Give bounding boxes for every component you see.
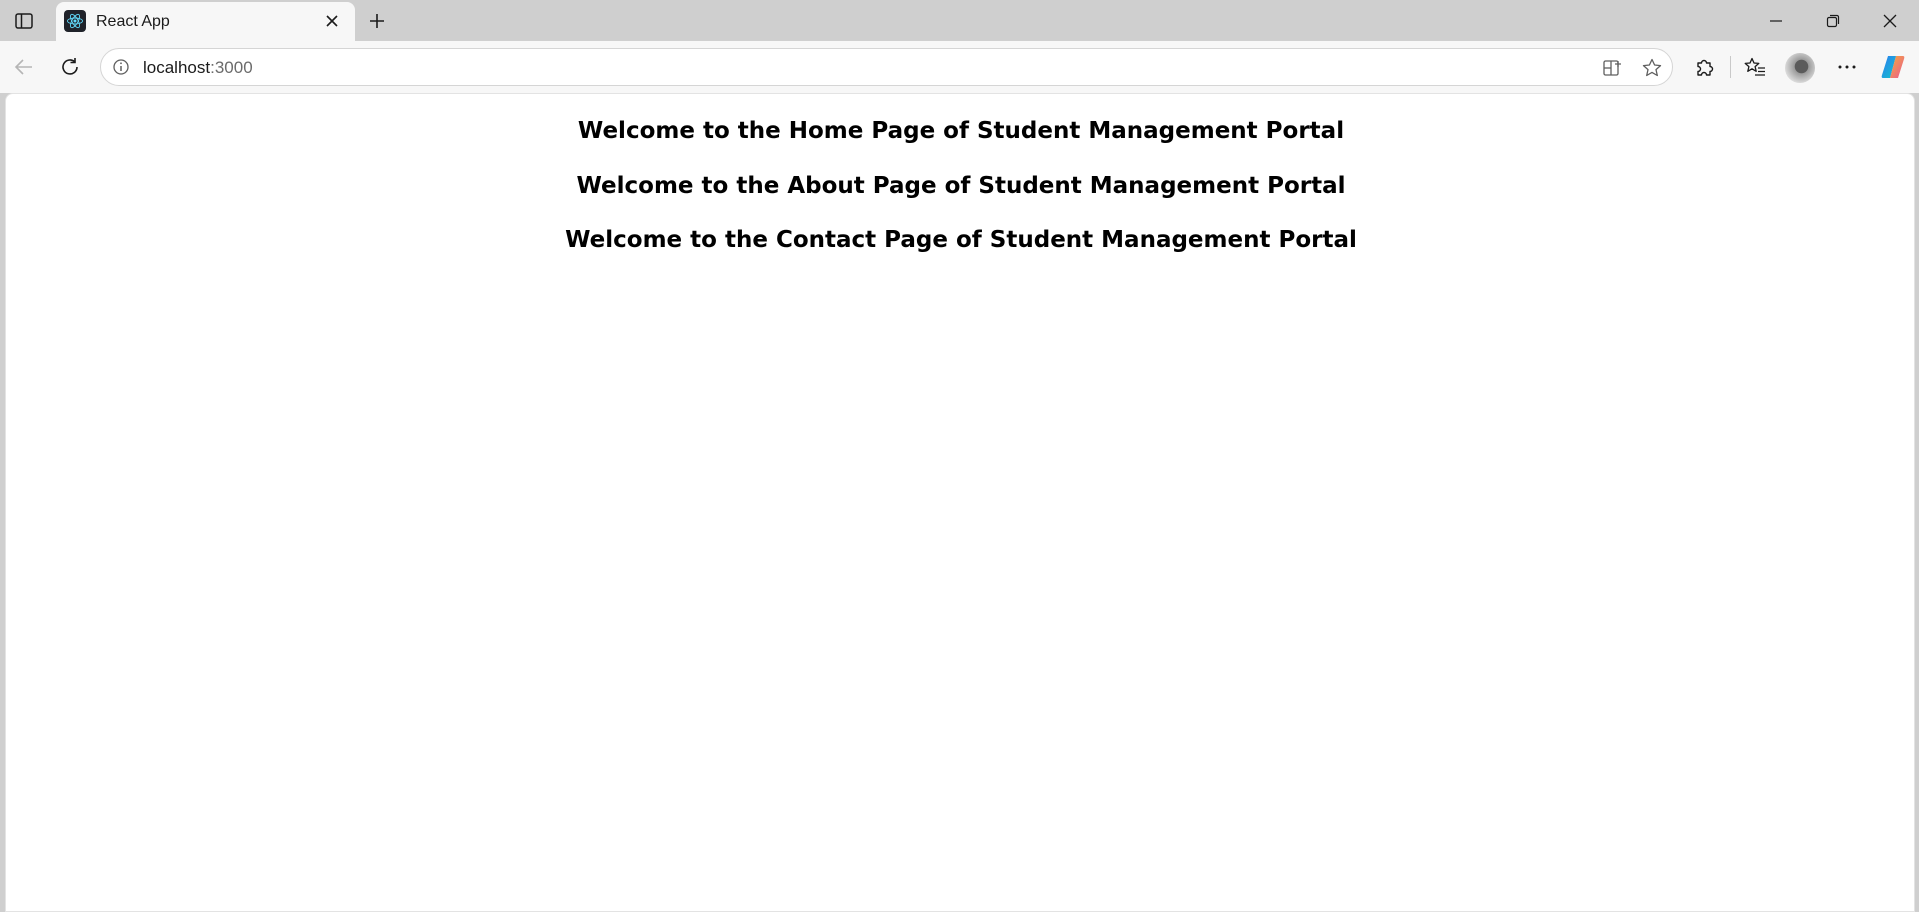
ellipsis-icon [1838, 65, 1856, 69]
tab-actions-menu-button[interactable] [12, 9, 36, 33]
puzzle-icon [1697, 59, 1714, 76]
tab-title: React App [96, 13, 170, 30]
copilot-button[interactable] [1879, 53, 1907, 81]
react-logo-icon [64, 10, 86, 32]
page-viewport: Welcome to the Home Page of Student Mana… [5, 93, 1915, 912]
favorites-button[interactable] [1740, 52, 1770, 82]
restore-icon [1826, 14, 1840, 28]
profile-avatar[interactable] [1785, 53, 1815, 83]
minimize-button[interactable] [1763, 8, 1789, 34]
back-arrow-icon [14, 59, 32, 75]
title-bar: React App [0, 0, 1919, 41]
info-icon[interactable] [111, 57, 131, 77]
star-icon [1642, 58, 1662, 77]
app-available-button[interactable] [1598, 54, 1626, 82]
close-window-button[interactable] [1877, 8, 1903, 34]
restore-button[interactable] [1820, 8, 1846, 34]
settings-more-button[interactable] [1832, 52, 1862, 82]
home-heading: Welcome to the Home Page of Student Mana… [577, 118, 1345, 144]
address-url: localhost:3000 [143, 58, 253, 78]
sidebar-layout-icon [15, 13, 33, 29]
tab-close-button[interactable] [322, 11, 342, 31]
about-heading: Welcome to the About Page of Student Man… [576, 173, 1346, 199]
url-port: :3000 [210, 58, 253, 77]
toolbar-divider [1730, 56, 1731, 78]
back-button[interactable] [9, 52, 39, 82]
browser-toolbar: localhost:3000 [0, 41, 1919, 93]
url-host: localhost [143, 58, 211, 77]
favorite-button[interactable] [1638, 54, 1666, 82]
close-icon [1883, 14, 1897, 28]
minimize-icon [1770, 20, 1782, 22]
refresh-icon [62, 58, 78, 75]
address-bar[interactable]: localhost:3000 [100, 48, 1673, 86]
active-tab[interactable]: React App [56, 2, 355, 41]
close-icon [326, 15, 338, 27]
favorites-list-icon [1744, 57, 1765, 76]
extensions-button[interactable] [1689, 52, 1719, 82]
contact-heading: Welcome to the Contact Page of Student M… [565, 227, 1357, 253]
new-tab-button[interactable] [364, 8, 390, 34]
app-available-icon [1603, 60, 1621, 76]
refresh-button[interactable] [55, 52, 85, 82]
copilot-icon [1881, 56, 1905, 78]
plus-icon [370, 14, 384, 28]
